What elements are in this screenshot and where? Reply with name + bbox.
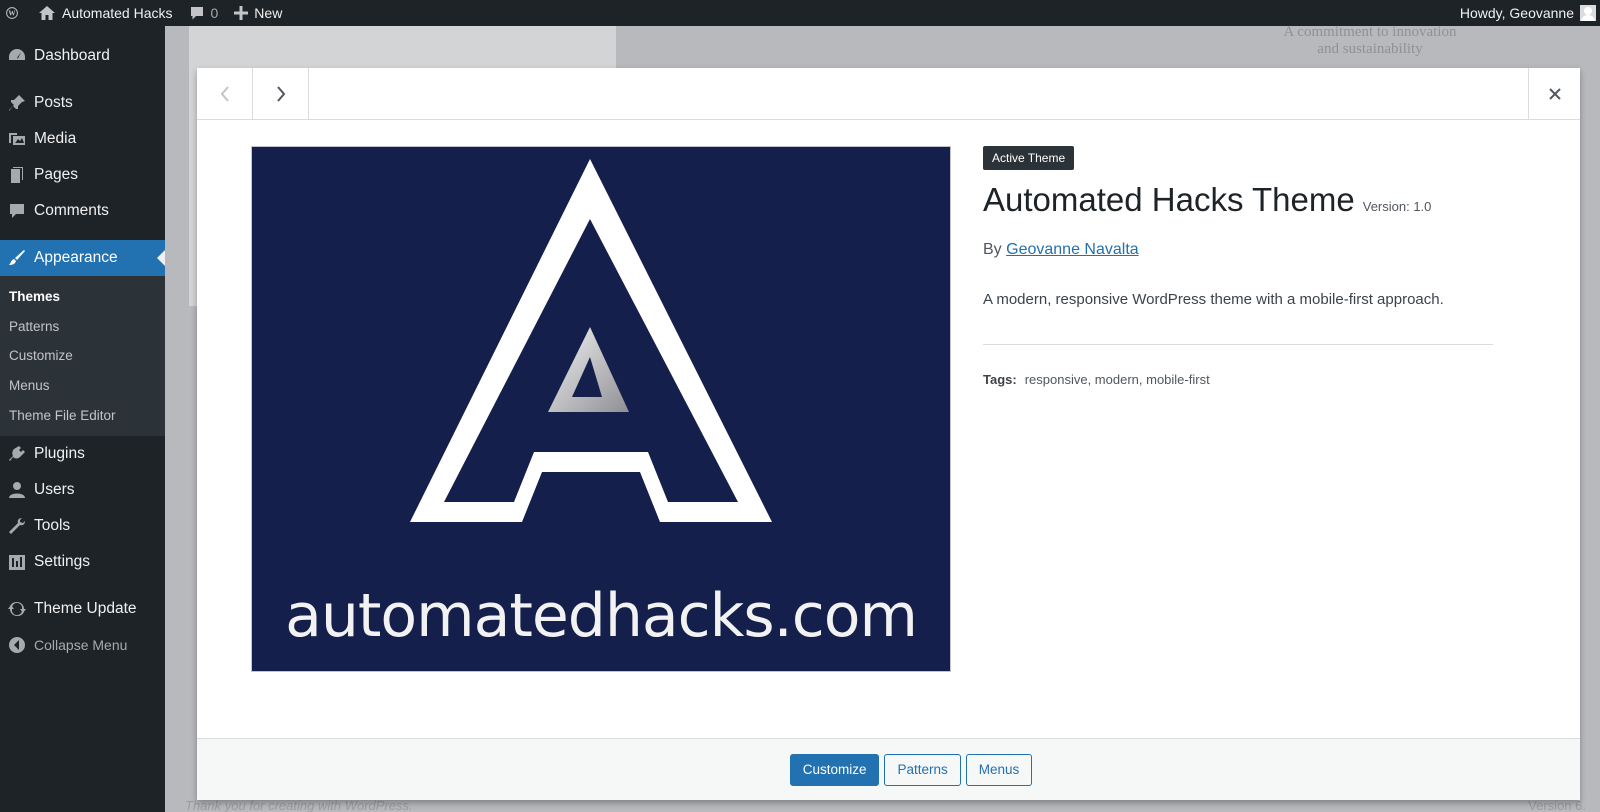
my-account[interactable]: Howdy, Geovanne (1460, 0, 1600, 26)
dashboard-icon (6, 45, 28, 67)
sidebar-item-comments[interactable]: Comments (0, 193, 165, 229)
howdy-text: Howdy, Geovanne (1459, 5, 1574, 21)
sidebar-item-label: Comments (34, 202, 109, 219)
theme-screenshot: automatedhacks.com (251, 146, 951, 672)
tags-list: responsive, modern, mobile-first (1024, 372, 1210, 387)
divider (983, 344, 1493, 345)
footer-thankyou: Thank you for creating with WordPress. (185, 798, 413, 812)
theme-author: By Geovanne Navalta (983, 241, 1493, 259)
close-modal-button[interactable] (1528, 68, 1580, 120)
menus-button[interactable]: Menus (965, 753, 1033, 786)
site-name: Automated Hacks (62, 5, 173, 21)
new-label: New (254, 5, 283, 21)
comment-icon (6, 200, 28, 222)
theme-name-text: Automated Hacks Theme (983, 181, 1355, 218)
pages-icon (6, 164, 28, 186)
sidebar-item-media[interactable]: Media (0, 121, 165, 157)
sidebar-item-label: Appearance (34, 249, 118, 266)
patterns-button[interactable]: Patterns (884, 753, 961, 786)
comments-count: 0 (210, 5, 219, 21)
sidebar-item-label: Users (34, 480, 75, 498)
footer-version: Version 6. (1528, 798, 1586, 812)
background-quote: A commitment to innovation and sustainab… (1283, 24, 1457, 57)
brush-icon (6, 247, 28, 269)
previous-theme-button[interactable] (197, 68, 253, 120)
sidebar-item-posts[interactable]: Posts (0, 85, 165, 121)
theme-description: A modern, responsive WordPress theme wit… (983, 291, 1444, 308)
theme-info: Active Theme Automated Hacks Theme Versio… (983, 146, 1493, 387)
user-icon (6, 479, 28, 501)
comment-icon (190, 7, 203, 20)
by-label: By (983, 241, 1002, 258)
sidebar-item-label: Posts (34, 94, 73, 111)
theme-version: Version: 1.0 (1362, 199, 1432, 214)
sidebar-item-users[interactable]: Users (0, 472, 165, 508)
home-icon (39, 6, 55, 20)
sidebar-item-dashboard[interactable]: Dashboard (0, 38, 165, 74)
media-icon (6, 128, 28, 150)
theme-details-modal: automatedhacks.com Active Theme Automate… (197, 68, 1580, 800)
collapse-icon (6, 634, 28, 656)
chevron-left-icon (220, 86, 229, 102)
submenu-item-theme-file-editor[interactable]: Theme File Editor (0, 400, 165, 430)
sidebar-item-tools[interactable]: Tools (0, 508, 165, 544)
wordpress-logo-icon[interactable]: W (0, 0, 30, 26)
appearance-submenu: Themes Patterns Customize Menus Theme Fi… (0, 276, 165, 436)
submenu-item-patterns[interactable]: Patterns (0, 312, 165, 342)
submenu-item-customize[interactable]: Customize (0, 341, 165, 371)
admin-bar: W Automated Hacks 0 New Howdy, Geovanne (0, 0, 1600, 26)
wrench-icon (6, 515, 28, 537)
next-theme-button[interactable] (253, 68, 309, 120)
sidebar-item-label: Media (34, 130, 77, 147)
sidebar-item-pages[interactable]: Pages (0, 157, 165, 193)
sidebar-item-label: Settings (34, 552, 91, 570)
author-link[interactable]: Geovanne Navalta (1006, 241, 1139, 258)
new-content-link[interactable]: New (226, 0, 290, 26)
close-icon (1548, 88, 1561, 100)
site-name-link[interactable]: Automated Hacks (30, 0, 181, 26)
modal-header (197, 68, 1580, 120)
active-theme-badge: Active Theme (983, 146, 1075, 170)
sidebar-item-label: Theme Update (34, 599, 137, 617)
pin-icon (6, 92, 28, 114)
plugin-icon (6, 443, 28, 465)
settings-icon (6, 551, 28, 573)
update-icon (6, 598, 28, 620)
sidebar-item-appearance[interactable]: Appearance (0, 240, 165, 276)
sidebar-item-label: Pages (34, 166, 78, 183)
sidebar-item-settings[interactable]: Settings (0, 544, 165, 580)
avatar (1580, 5, 1596, 21)
svg-text:W: W (8, 10, 16, 18)
submenu-item-menus[interactable]: Menus (0, 371, 165, 401)
sidebar-item-plugins[interactable]: Plugins (0, 436, 165, 472)
plus-icon (234, 6, 249, 20)
theme-tags: Tags: responsive, modern, mobile-first (983, 372, 1493, 387)
customize-button[interactable]: Customize (789, 753, 880, 786)
modal-actions: Customize Patterns Menus (197, 738, 1580, 800)
sidebar-item-label: Tools (34, 516, 71, 534)
chevron-right-icon (276, 86, 285, 102)
sidebar-item-label: Collapse Menu (34, 636, 128, 653)
admin-sidebar: Dashboard Posts Media Pages Comments App… (0, 26, 165, 812)
collapse-menu-button[interactable]: Collapse Menu (0, 627, 165, 663)
tags-label: Tags: (983, 372, 1017, 387)
sidebar-item-label: Dashboard (34, 47, 110, 64)
theme-logo-icon (410, 159, 772, 522)
comments-link[interactable]: 0 (181, 0, 227, 26)
screenshot-domain-text: automatedhacks.com (285, 581, 918, 651)
sidebar-item-theme-update[interactable]: Theme Update (0, 591, 165, 627)
submenu-item-themes[interactable]: Themes (0, 282, 165, 312)
theme-name: Automated Hacks Theme Version: 1.0 (983, 180, 1493, 227)
sidebar-item-label: Plugins (34, 444, 85, 462)
